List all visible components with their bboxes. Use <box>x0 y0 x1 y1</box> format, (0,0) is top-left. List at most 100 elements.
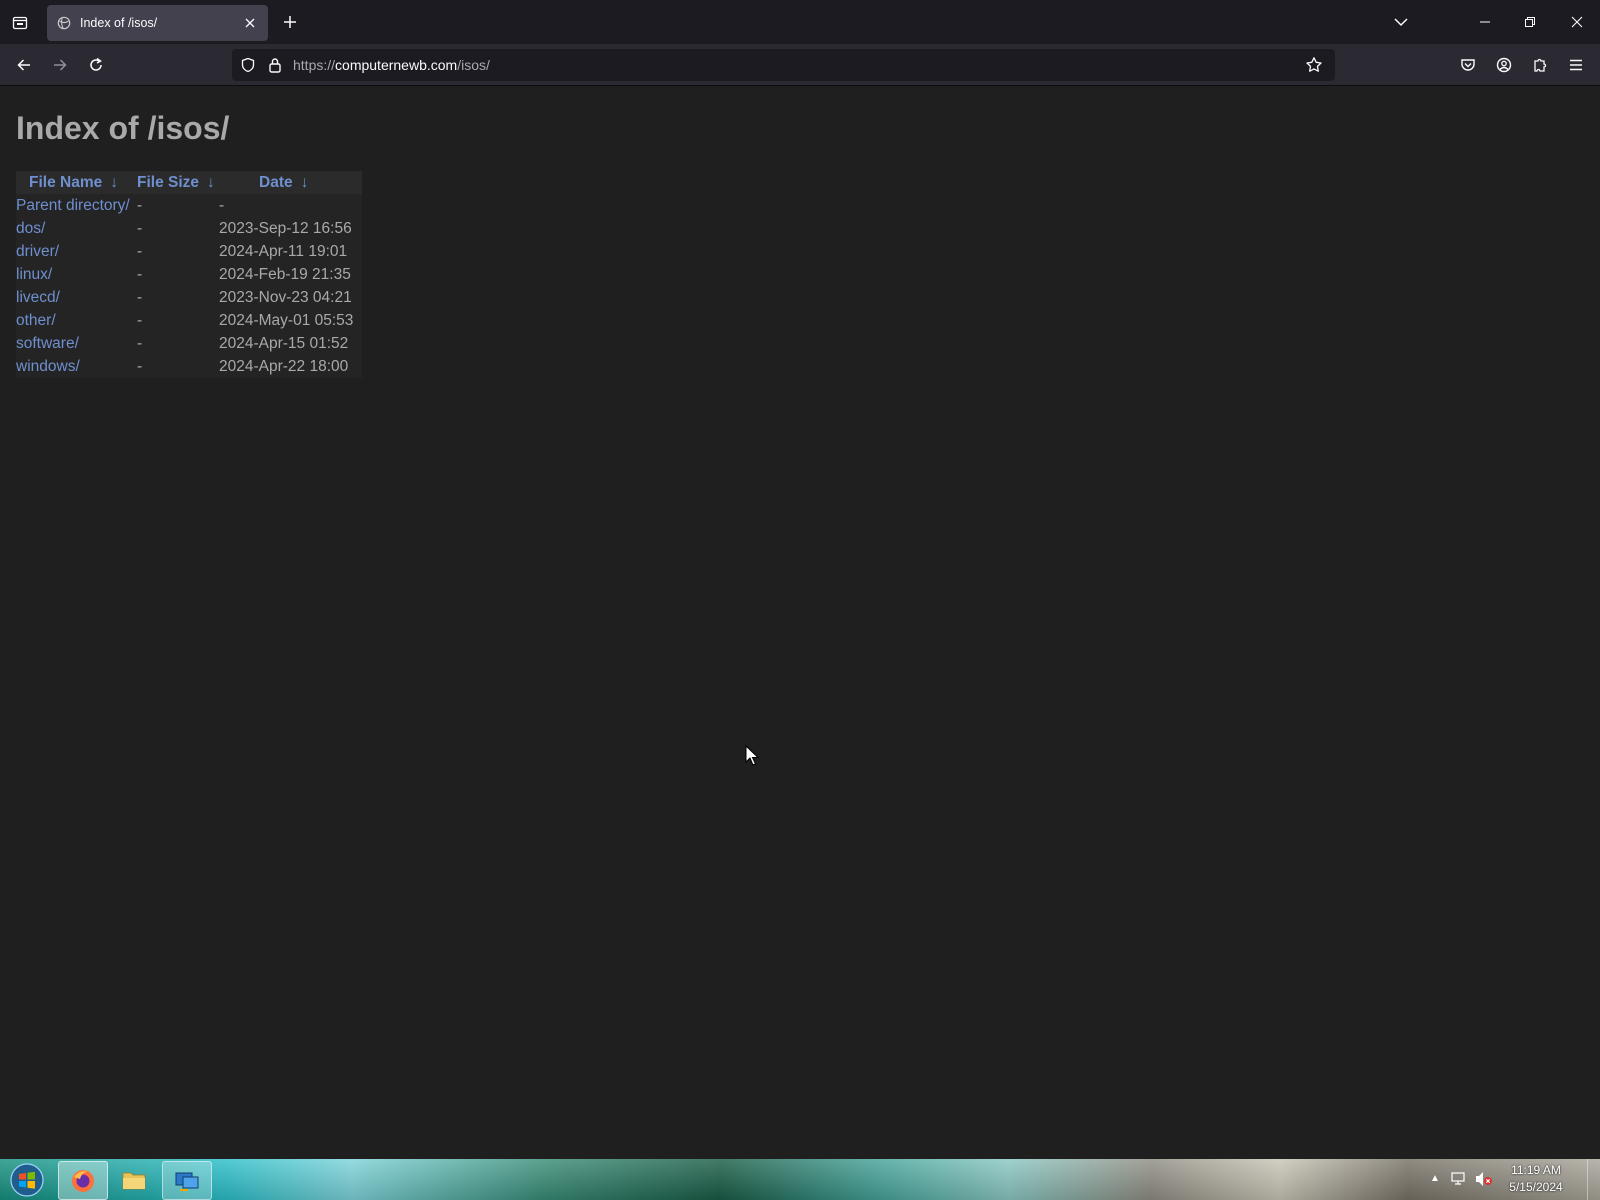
show-desktop-button[interactable] <box>1587 1159 1600 1200</box>
file-size-cell: - <box>137 265 143 283</box>
file-explorer-icon <box>122 1172 146 1189</box>
arrow-right-icon <box>54 59 67 71</box>
forward-button[interactable] <box>47 52 73 78</box>
header-date[interactable]: Date ↓ <box>219 171 362 194</box>
address-bar[interactable]: https://computernewb.com/isos/ <box>232 49 1335 81</box>
close-icon <box>1571 16 1583 28</box>
table-row: other/ - 2024-May-01 05:53 <box>16 309 362 332</box>
minimize-icon <box>1480 21 1490 23</box>
date-cell: 2024-May-01 05:53 <box>219 311 354 329</box>
taskbar: ▲ 11:19 AM 5/15/2024 <box>0 1159 1600 1200</box>
volume-muted-icon[interactable] <box>1474 1170 1494 1188</box>
firefox-view-button[interactable] <box>8 10 32 34</box>
start-button[interactable] <box>6 1161 48 1199</box>
table-row: dos/ - 2023-Sep-12 16:56 <box>16 217 362 240</box>
date-cell: 2024-Apr-15 01:52 <box>219 334 349 352</box>
extensions-button[interactable] <box>1527 52 1553 78</box>
pocket-icon <box>1461 59 1475 71</box>
folder-link-linux[interactable]: linux/ <box>16 266 52 283</box>
sort-arrow-icon[interactable]: ↓ <box>301 174 309 191</box>
folder-link-software[interactable]: software/ <box>16 335 79 352</box>
table-row: driver/ - 2024-Apr-11 19:01 <box>16 240 362 263</box>
sort-arrow-icon[interactable]: ↓ <box>110 174 118 191</box>
table-row: livecd/ - 2023-Nov-23 04:21 <box>16 286 362 309</box>
header-date-label[interactable]: Date <box>259 174 293 191</box>
parent-directory-link[interactable]: Parent directory/ <box>16 197 130 214</box>
folder-link-driver[interactable]: driver/ <box>16 243 59 260</box>
date-cell: 2023-Sep-12 16:56 <box>219 219 352 237</box>
table-header-row: File Name ↓ File Size ↓ Date ↓ <box>16 171 362 194</box>
reload-icon <box>90 57 102 71</box>
header-file-name[interactable]: File Name ↓ <box>16 171 137 194</box>
url-scheme: https:// <box>293 57 336 73</box>
active-tab[interactable]: Index of /isos/ <box>47 5 268 41</box>
folder-link-dos[interactable]: dos/ <box>16 220 45 237</box>
minimize-button[interactable] <box>1463 6 1507 38</box>
app-menu-button[interactable] <box>1563 52 1589 78</box>
windows-start-orb-icon <box>10 1163 44 1197</box>
navigation-toolbar: https://computernewb.com/isos/ <box>0 44 1600 86</box>
page-content: Index of /isos/ File Name ↓ File Size ↓ Da… <box>0 86 1600 1159</box>
hamburger-menu-icon <box>1570 59 1582 71</box>
list-all-tabs-button[interactable] <box>1389 10 1413 34</box>
header-file-name-label[interactable]: File Name <box>29 174 102 191</box>
clock-time: 11:19 AM <box>1511 1163 1561 1177</box>
url-host: computernewb.com <box>335 57 458 73</box>
folder-globe-icon <box>56 15 72 31</box>
new-tab-button[interactable] <box>278 10 302 34</box>
pocket-button[interactable] <box>1455 52 1481 78</box>
back-button[interactable] <box>11 52 37 78</box>
plus-icon <box>284 16 296 28</box>
date-cell: - <box>219 196 225 214</box>
table-row: Parent directory/ - - <box>16 194 362 217</box>
date-cell: 2024-Apr-11 19:01 <box>219 242 348 260</box>
folder-link-other[interactable]: other/ <box>16 312 56 329</box>
clock[interactable]: 11:19 AM 5/15/2024 <box>1496 1162 1576 1196</box>
clock-date: 5/15/2024 <box>1509 1180 1563 1194</box>
table-row: software/ - 2024-Apr-15 01:52 <box>16 332 362 355</box>
chevron-down-icon <box>1394 18 1408 27</box>
table-row: linux/ - 2024-Feb-19 21:35 <box>16 263 362 286</box>
date-cell: 2023-Nov-23 04:21 <box>219 288 352 306</box>
close-icon <box>245 18 255 28</box>
file-size-cell: - <box>137 196 143 214</box>
taskbar-remote-app-button[interactable] <box>162 1161 212 1200</box>
tab-close-button[interactable] <box>238 11 262 35</box>
network-icon[interactable] <box>1450 1170 1468 1188</box>
show-hidden-icons-chevron-icon[interactable]: ▲ <box>1430 1173 1440 1184</box>
close-window-button[interactable] <box>1555 6 1599 38</box>
tracking-protection-shield-icon[interactable] <box>240 57 256 73</box>
tab-bar: Index of /isos/ <box>0 0 1600 44</box>
file-size-cell: - <box>137 311 143 329</box>
taskbar-explorer-button[interactable] <box>110 1161 158 1198</box>
url-path: /isos/ <box>457 57 490 73</box>
reload-button[interactable] <box>83 52 109 78</box>
directory-listing-table: File Name ↓ File Size ↓ Date ↓ Parent direc… <box>16 171 362 378</box>
bookmark-star-icon[interactable] <box>1305 56 1323 74</box>
firefox-view-icon <box>12 16 28 30</box>
file-size-cell: - <box>137 357 143 375</box>
file-size-cell: - <box>137 288 143 306</box>
file-size-cell: - <box>137 334 143 352</box>
folder-link-windows[interactable]: windows/ <box>16 358 80 375</box>
file-size-cell: - <box>137 219 143 237</box>
file-size-cell: - <box>137 242 143 260</box>
url-text[interactable]: https://computernewb.com/isos/ <box>293 57 490 73</box>
restore-icon <box>1525 17 1535 27</box>
taskbar-firefox-button[interactable] <box>58 1161 108 1200</box>
restore-button[interactable] <box>1508 6 1552 38</box>
tab-title: Index of /isos/ <box>80 16 158 30</box>
account-icon <box>1496 57 1512 73</box>
page-title: Index of /isos/ <box>16 110 230 146</box>
lock-icon[interactable] <box>267 56 283 74</box>
header-file-size-label[interactable]: File Size <box>137 174 199 191</box>
header-file-size[interactable]: File Size ↓ <box>137 171 219 194</box>
arrow-left-icon <box>17 59 30 71</box>
table-row: windows/ - 2024-Apr-22 18:00 <box>16 355 362 378</box>
firefox-icon <box>72 1169 94 1192</box>
account-button[interactable] <box>1491 52 1517 78</box>
sort-arrow-icon[interactable]: ↓ <box>207 174 215 191</box>
date-cell: 2024-Feb-19 21:35 <box>219 265 351 283</box>
folder-link-livecd[interactable]: livecd/ <box>16 289 60 306</box>
remote-desktop-icon <box>175 1172 199 1191</box>
